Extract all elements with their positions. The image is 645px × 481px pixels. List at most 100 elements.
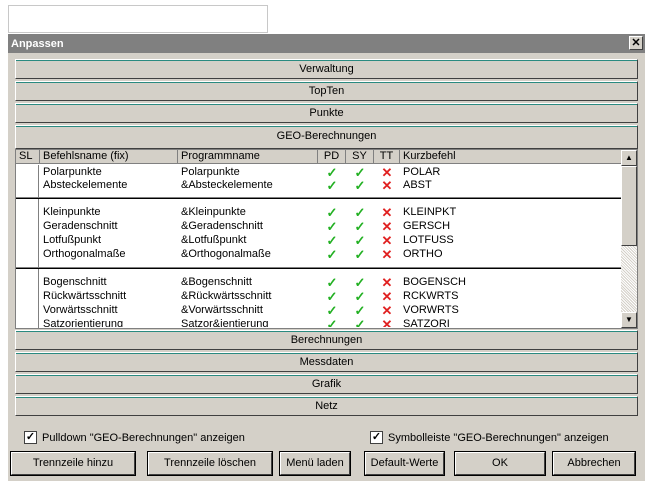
table-row[interactable]: Bogenschnitt &Bogenschnitt ✓ ✓ ✕ BOGENSC… (16, 276, 623, 289)
vertical-scrollbar[interactable]: ▲ ▼ (621, 150, 637, 328)
toolbar-checkbox-label[interactable]: Symbolleiste "GEO-Berechnungen" anzeigen (388, 432, 609, 444)
program-name[interactable]: &Lotfußpunkt (178, 234, 318, 247)
check-icon[interactable]: ✓ (346, 248, 374, 261)
header-sl[interactable]: SL (16, 150, 40, 164)
check-icon[interactable]: ✓ (318, 318, 346, 327)
title-bar: Anpassen ✕ (8, 34, 645, 53)
check-icon[interactable]: ✓ (346, 318, 374, 327)
default-values-button[interactable]: Default-Werte (364, 451, 445, 476)
section-netz[interactable]: Netz (15, 396, 638, 416)
section-geo-berechnungen[interactable]: GEO-Berechnungen (15, 125, 638, 149)
program-name[interactable]: &Geradenschnitt (178, 220, 318, 233)
cross-icon[interactable]: ✕ (374, 166, 400, 179)
pulldown-checkbox-label[interactable]: Pulldown "GEO-Berechnungen" anzeigen (42, 432, 245, 444)
program-name[interactable]: &Absteckelemente (178, 179, 318, 192)
table-row[interactable]: Lotfußpunkt &Lotfußpunkt ✓ ✓ ✕ LOTFUSS (16, 234, 623, 247)
section-messdaten[interactable]: Messdaten (15, 352, 638, 372)
top-text-field[interactable] (8, 5, 268, 33)
separator-line[interactable] (16, 267, 623, 269)
shortcut[interactable]: KLEINPKT (400, 206, 623, 219)
table-row[interactable]: Geradenschnitt &Geradenschnitt ✓ ✓ ✕ GER… (16, 220, 623, 233)
table-row[interactable]: Satzorientierung Satzor&ientierung ✓ ✓ ✕… (16, 318, 623, 327)
table-row[interactable]: Rückwärtsschnitt &Rückwärtsschnitt ✓ ✓ ✕… (16, 290, 623, 303)
load-menu-button[interactable]: Menü laden (279, 451, 351, 476)
section-grafik[interactable]: Grafik (15, 374, 638, 394)
command-name: Geradenschnitt (43, 220, 118, 232)
program-name[interactable]: &Orthogonalmaße (178, 248, 318, 261)
header-pd[interactable]: PD (318, 150, 346, 164)
pulldown-checkbox[interactable]: ✓ Pulldown "GEO-Berechnungen" anzeigen (24, 431, 245, 444)
ok-button[interactable]: OK (454, 451, 546, 476)
section-berechnungen[interactable]: Berechnungen (15, 330, 638, 350)
cross-icon[interactable]: ✕ (374, 318, 400, 327)
scroll-up-icon[interactable]: ▲ (621, 150, 637, 166)
cross-icon[interactable]: ✕ (374, 234, 400, 247)
scroll-down-icon[interactable]: ▼ (621, 312, 637, 328)
delete-separator-button[interactable]: Trennzeile löschen (147, 451, 273, 476)
check-icon[interactable]: ✓ (318, 248, 346, 261)
section-punkte[interactable]: Punkte (15, 103, 638, 123)
add-separator-button[interactable]: Trennzeile hinzu (10, 451, 136, 476)
table-row[interactable]: Polarpunkte Polarpunkte ✓ ✓ ✕ POLAR (16, 166, 623, 179)
table-row[interactable]: Vorwärtsschnitt &Vorwärtsschnitt ✓ ✓ ✕ V… (16, 304, 623, 317)
cancel-button[interactable]: Abbrechen (552, 451, 636, 476)
program-name[interactable]: Satzor&ientierung (178, 318, 318, 327)
program-name[interactable]: Polarpunkte (178, 166, 318, 179)
shortcut[interactable]: ORTHO (400, 248, 623, 261)
header-programmname[interactable]: Programmname (178, 150, 318, 164)
check-icon[interactable]: ✓ (318, 276, 346, 289)
cross-icon[interactable]: ✕ (374, 206, 400, 219)
program-name[interactable]: &Vorwärtsschnitt (178, 304, 318, 317)
check-icon[interactable]: ✓ (318, 166, 346, 179)
program-name[interactable]: &Bogenschnitt (178, 276, 318, 289)
check-icon[interactable]: ✓ (346, 220, 374, 233)
cross-icon[interactable]: ✕ (374, 248, 400, 261)
shortcut[interactable]: POLAR (400, 166, 623, 179)
check-icon[interactable]: ✓ (318, 304, 346, 317)
table-row[interactable]: Kleinpunkte &Kleinpunkte ✓ ✓ ✕ KLEINPKT (16, 206, 623, 219)
header-kurzbefehl[interactable]: Kurzbefehl (400, 150, 623, 164)
shortcut[interactable]: SATZORI (400, 318, 623, 327)
close-icon[interactable]: ✕ (629, 36, 643, 50)
command-table: SL Befehlsname (fix) Programmname PD SY … (15, 149, 638, 329)
check-icon[interactable]: ✓ (318, 220, 346, 233)
header-tt[interactable]: TT (374, 150, 400, 164)
section-topten[interactable]: TopTen (15, 81, 638, 101)
header-befehlsname[interactable]: Befehlsname (fix) (40, 150, 178, 164)
check-icon[interactable]: ✓ (346, 304, 374, 317)
toolbar-checkbox[interactable]: ✓ Symbolleiste "GEO-Berechnungen" anzeig… (370, 431, 609, 444)
separator-line[interactable] (16, 197, 623, 199)
customize-dialog: Anpassen ✕ Verwaltung TopTen Punkte GEO-… (8, 34, 645, 481)
cross-icon[interactable]: ✕ (374, 290, 400, 303)
check-icon[interactable]: ✓ (318, 206, 346, 219)
check-icon[interactable]: ✓ (318, 290, 346, 303)
shortcut[interactable]: GERSCH (400, 220, 623, 233)
checkbox-check-icon[interactable]: ✓ (24, 431, 37, 444)
check-icon[interactable]: ✓ (318, 179, 346, 192)
shortcut[interactable]: ABST (400, 179, 623, 192)
check-icon[interactable]: ✓ (318, 234, 346, 247)
check-icon[interactable]: ✓ (346, 290, 374, 303)
cross-icon[interactable]: ✕ (374, 276, 400, 289)
shortcut[interactable]: VORWRTS (400, 304, 623, 317)
scrollbar-thumb[interactable] (621, 166, 637, 246)
check-icon[interactable]: ✓ (346, 234, 374, 247)
program-name[interactable]: &Kleinpunkte (178, 206, 318, 219)
program-name[interactable]: &Rückwärtsschnitt (178, 290, 318, 303)
table-row[interactable]: Orthogonalmaße &Orthogonalmaße ✓ ✓ ✕ ORT… (16, 248, 623, 261)
section-verwaltung[interactable]: Verwaltung (15, 59, 638, 79)
check-icon[interactable]: ✓ (346, 179, 374, 192)
cross-icon[interactable]: ✕ (374, 304, 400, 317)
header-sy[interactable]: SY (346, 150, 374, 164)
shortcut[interactable]: BOGENSCH (400, 276, 623, 289)
command-name: Vorwärtsschnitt (43, 304, 118, 316)
cross-icon[interactable]: ✕ (374, 179, 400, 192)
check-icon[interactable]: ✓ (346, 276, 374, 289)
table-row[interactable]: Absteckelemente &Absteckelemente ✓ ✓ ✕ A… (16, 179, 623, 192)
shortcut[interactable]: RCKWRTS (400, 290, 623, 303)
shortcut[interactable]: LOTFUSS (400, 234, 623, 247)
check-icon[interactable]: ✓ (346, 166, 374, 179)
cross-icon[interactable]: ✕ (374, 220, 400, 233)
check-icon[interactable]: ✓ (346, 206, 374, 219)
checkbox-check-icon[interactable]: ✓ (370, 431, 383, 444)
